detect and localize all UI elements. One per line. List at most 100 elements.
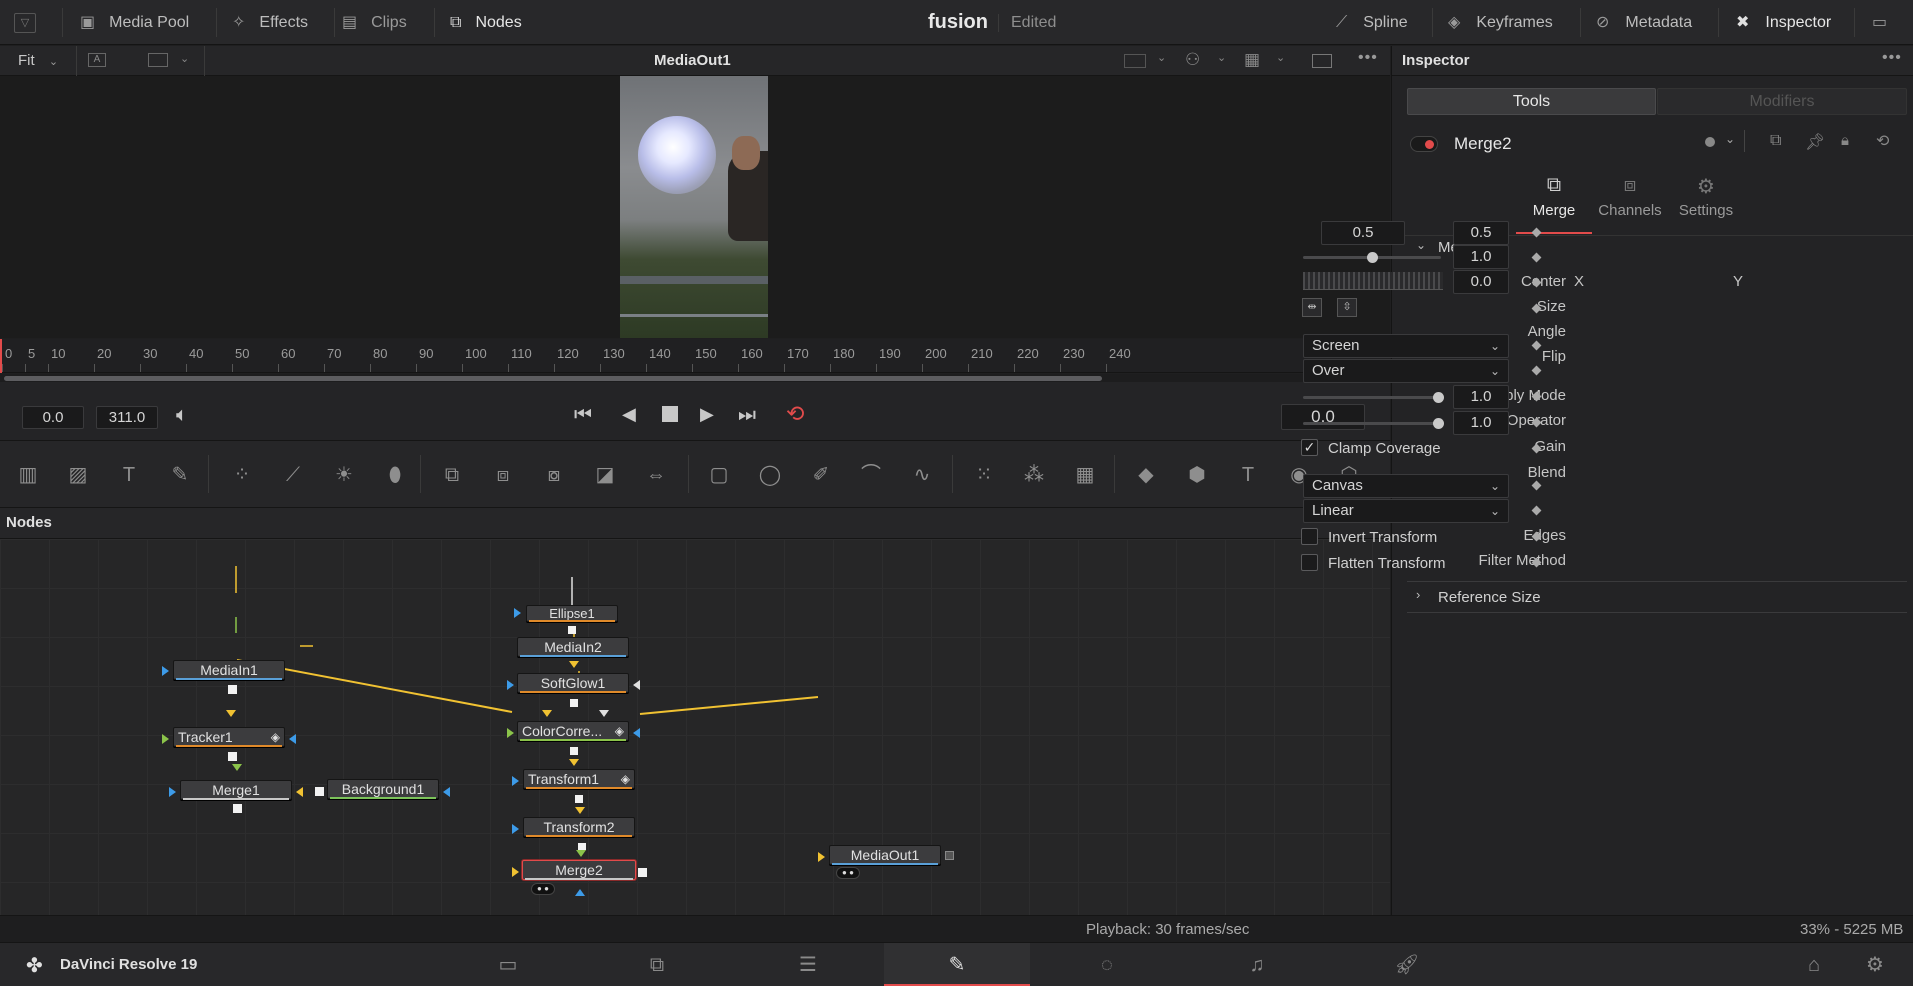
tab-modifiers[interactable]: Modifiers [1657,88,1907,115]
node-tracker1[interactable]: Tracker1 ◈ [173,727,285,747]
center-x-field[interactable]: 0.5 [1321,221,1405,245]
matte-tool-icon[interactable]: ◪ [592,463,618,487]
fusion-page-icon[interactable]: ✎ [884,943,1030,986]
input-port[interactable] [633,680,640,690]
subtab-channels[interactable]: ⧈ Channels [1592,174,1668,234]
viewer-a-button[interactable]: A [88,53,106,67]
input-port[interactable] [507,728,514,738]
blur-tool-icon[interactable]: ⬮ [382,463,408,487]
viewer-indicator-icon[interactable]: ● ● [836,867,860,879]
viewer-canvas[interactable] [0,76,1390,338]
output-port[interactable] [578,843,586,850]
node-transform1[interactable]: Transform1 ◈ [523,769,635,789]
output-port[interactable] [570,699,578,707]
input-port[interactable] [569,759,579,766]
timeline-ruler[interactable]: 0 5 10 20 30 40 50 60 70 80 90 100 110 120 130 140 150 16… [0,339,1390,373]
chevron-down-icon[interactable]: ⌄ [1276,51,1285,64]
lock-icon[interactable]: 🔒︎ [1841,132,1849,149]
slider-knob[interactable] [1433,418,1444,429]
chevron-down-icon[interactable]: ⌄ [1416,238,1426,252]
channel-tool-icon[interactable]: ⧇ [541,463,567,487]
filter-method-dropdown[interactable]: Linear ⌄ [1303,499,1509,523]
keyframes-button[interactable]: ◈ Keyframes [1448,0,1553,45]
split-view-icon[interactable] [1312,54,1332,68]
input-port[interactable] [169,787,176,797]
slider-knob[interactable] [1367,252,1378,263]
deliver-page-icon[interactable]: 🚀︎ [1377,943,1437,986]
input-port[interactable] [514,608,521,618]
merge3d-tool-icon[interactable]: ⬢ [1184,463,1210,487]
input-port[interactable] [818,852,825,862]
output-port[interactable] [570,747,578,755]
viewer-zoom-select[interactable]: Fit ⌄ [18,52,58,69]
merge-tool-icon[interactable]: ⧉ [439,463,465,487]
chevron-down-icon[interactable]: ⌄ [1725,132,1735,146]
invert-transform-checkbox[interactable] [1301,528,1318,545]
loop-icon[interactable]: ⟲ [786,401,804,427]
fairlight-page-icon[interactable]: ♫ [1227,943,1287,986]
node-merge1[interactable]: Merge1 [180,780,292,800]
brush-tool-icon[interactable]: ✎ [167,463,193,487]
node-color-dot[interactable] [1705,137,1715,147]
polygon-tool-icon[interactable]: ✐ [808,463,834,487]
input-port[interactable] [162,734,169,744]
clamp-coverage-checkbox[interactable]: ✓ [1301,439,1318,456]
viewer-layout-icon[interactable] [148,53,168,67]
subtab-merge[interactable]: ⧉ Merge [1516,174,1592,234]
transform-tool-icon[interactable]: ⇔ [643,463,669,487]
blend-field[interactable]: 1.0 [1453,411,1509,435]
input-port[interactable] [569,661,579,668]
flip-vertical-icon[interactable]: ⇳ [1337,298,1357,317]
size-slider[interactable] [1303,252,1441,263]
apply-mode-dropdown[interactable]: Screen ⌄ [1303,334,1509,358]
output-port[interactable] [315,787,324,796]
play-reverse-icon[interactable]: ◀ [622,404,636,425]
timeline-scrollbar[interactable] [4,376,1102,381]
tab-tools[interactable]: Tools [1407,88,1656,115]
curves-tool-icon[interactable]: ⟋ [280,463,306,487]
output-port[interactable] [228,685,237,694]
play-icon[interactable]: ▶ [700,404,714,425]
input-port[interactable] [226,710,236,717]
metadata-button[interactable]: ⊘ Metadata [1596,0,1692,45]
node-transform2[interactable]: Transform2 [523,817,635,837]
chevron-down-icon[interactable]: ⌄ [1217,51,1226,64]
output-port[interactable] [638,868,647,877]
ellipse-tool-icon[interactable]: ◯ [757,463,783,487]
input-port[interactable] [162,666,169,676]
color-channels-icon[interactable]: ⚇ [1185,50,1200,70]
particle-emitter-icon[interactable]: ⁙ [971,463,997,487]
viewer-indicator-icon[interactable]: ● ● [531,883,555,895]
input-port[interactable] [512,867,519,877]
stop-icon[interactable] [662,406,678,422]
flatten-transform-checkbox[interactable] [1301,554,1318,571]
input-port[interactable] [512,824,519,834]
node-ellipse1[interactable]: Ellipse1 [526,605,618,622]
reset-icon[interactable]: ⟲ [1876,131,1889,151]
bspline-tool-icon[interactable]: ⌒ [858,463,884,487]
node-softglow1[interactable]: SoftGlow1 [517,673,629,693]
input-port[interactable] [633,728,640,738]
shape3d-tool-icon[interactable]: ◆ [1133,463,1159,487]
nodes-button[interactable]: ⧉ Nodes [450,0,522,45]
background-tool-icon[interactable]: ▥ [15,463,41,487]
keyframe-icon[interactable] [1531,365,1542,376]
go-to-end-icon[interactable]: ⏭︎ [738,404,756,427]
edit-page-icon[interactable]: ☰ [778,943,838,986]
input-port[interactable] [576,850,586,857]
slider-knob[interactable] [1433,392,1444,403]
volume-icon[interactable]: 🔈︎ [176,404,188,427]
angle-thumbwheel[interactable] [1303,272,1443,290]
output-port[interactable] [233,804,242,813]
effects-button[interactable]: ✧ Effects [232,0,308,45]
spline-button[interactable]: ⟋ Spline [1336,0,1408,45]
input-port[interactable] [542,710,552,717]
node-mediain2[interactable]: MediaIn2 [517,637,629,657]
particle-render-icon[interactable]: ⁂ [1021,463,1047,487]
input-port[interactable] [443,787,450,797]
settings-gear-icon[interactable]: ⚙ [1845,943,1905,986]
output-port[interactable] [568,626,576,634]
brightness-tool-icon[interactable]: ☀ [331,463,357,487]
input-port[interactable] [296,787,303,797]
output-port[interactable] [228,752,237,761]
